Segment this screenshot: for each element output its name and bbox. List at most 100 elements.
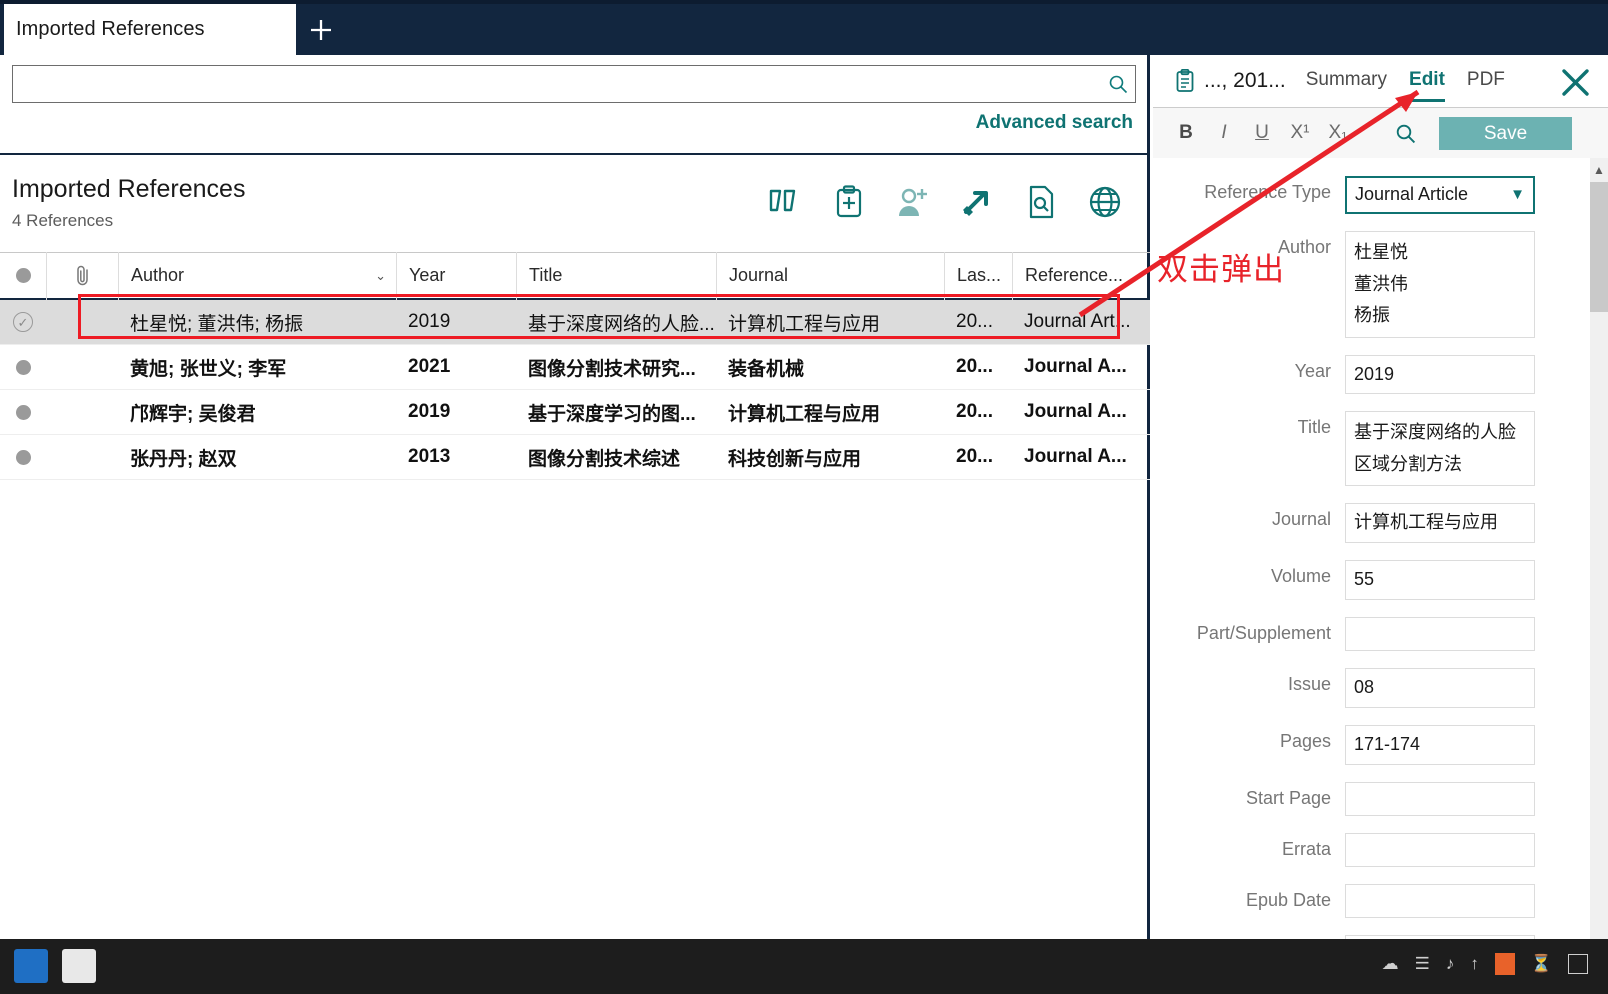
tab-pdf[interactable]: PDF bbox=[1467, 69, 1505, 93]
col-header-author[interactable]: Author ⌄ bbox=[118, 251, 396, 300]
field-label: Epub Date bbox=[1245, 889, 1331, 910]
library-header: Imported References 4 References bbox=[0, 155, 1150, 252]
new-tab-button[interactable] bbox=[296, 4, 346, 55]
tray-icon-4[interactable]: ↑ bbox=[1470, 954, 1479, 974]
reference-type-select[interactable]: Journal Article ▼ bbox=[1345, 176, 1535, 214]
col-header-journal-label: Journal bbox=[729, 265, 789, 285]
find-full-text-icon[interactable] bbox=[1018, 179, 1064, 225]
cell-author: 黄旭; 张世义; 李军 bbox=[130, 358, 287, 380]
save-button[interactable]: Save bbox=[1439, 117, 1572, 150]
pages-input[interactable]: 171-174 bbox=[1345, 725, 1535, 765]
cell-title: 图像分割技术研究... bbox=[528, 358, 696, 380]
scrollbar-thumb[interactable] bbox=[1590, 182, 1608, 312]
volume-input[interactable]: 55 bbox=[1345, 560, 1535, 601]
issue-input[interactable]: 08 bbox=[1345, 668, 1535, 709]
taskbar-app-icon[interactable] bbox=[62, 949, 96, 983]
col-header-last-updated[interactable]: Las... bbox=[944, 251, 1012, 300]
tray-icon-5[interactable] bbox=[1494, 953, 1515, 975]
col-header-journal[interactable]: Journal bbox=[716, 251, 944, 300]
tray-icon-2[interactable]: ☰ bbox=[1415, 954, 1430, 974]
table-row[interactable]: 张丹丹; 赵双 2013 图像分割技术综述 科技创新与应用 20... Jour… bbox=[0, 435, 1150, 480]
taskbar-start-icon[interactable] bbox=[14, 949, 48, 983]
cell-year: 2019 bbox=[408, 311, 451, 332]
table-row[interactable]: ✓ 杜星悦; 董洪伟; 杨振 2019 基于深度网络的人脸... 计算机工程与应… bbox=[0, 300, 1150, 345]
search-icon[interactable] bbox=[1395, 123, 1416, 144]
author-input[interactable]: 杜星悦 董洪伟 杨振 bbox=[1345, 231, 1535, 338]
italic-button[interactable]: I bbox=[1213, 122, 1235, 144]
scroll-up-icon[interactable]: ▲ bbox=[1590, 160, 1608, 180]
superscript-button[interactable]: X¹ bbox=[1289, 122, 1311, 144]
col-header-title[interactable]: Title bbox=[516, 251, 716, 300]
row-attachment bbox=[46, 435, 118, 480]
errata-input[interactable] bbox=[1345, 832, 1535, 867]
cell-reference-type: Journal A... bbox=[1024, 446, 1127, 467]
col-header-status[interactable] bbox=[0, 252, 46, 300]
table-row[interactable]: 邝辉宇; 吴俊君 2019 基于深度学习的图... 计算机工程与应用 20...… bbox=[0, 390, 1150, 435]
cell-journal: 装备机械 bbox=[728, 358, 805, 380]
advanced-search-link[interactable]: Advanced search bbox=[976, 112, 1133, 134]
format-toolbar: B I U X¹ X₁ Save bbox=[1153, 108, 1608, 158]
bold-button[interactable]: B bbox=[1175, 122, 1197, 144]
year-input[interactable]: 2019 bbox=[1345, 354, 1535, 395]
subscript-button[interactable]: X₁ bbox=[1327, 122, 1349, 144]
row-status[interactable] bbox=[0, 345, 46, 390]
tab-edit[interactable]: Edit bbox=[1409, 69, 1445, 102]
search-icon[interactable] bbox=[1101, 74, 1135, 94]
library-pane: Advanced search Imported References 4 Re… bbox=[0, 55, 1150, 939]
search-input[interactable] bbox=[13, 66, 1101, 102]
start-page-input[interactable] bbox=[1345, 781, 1535, 816]
field-label: Journal bbox=[1271, 509, 1331, 530]
row-attachment bbox=[46, 390, 118, 435]
epub-date-input[interactable] bbox=[1345, 883, 1535, 918]
field-pages: Pages 171-174 bbox=[1153, 725, 1590, 765]
window-tabstrip: Imported References bbox=[0, 0, 1608, 55]
cell-author: 张丹丹; 赵双 bbox=[130, 448, 237, 470]
tray-notifications-icon[interactable] bbox=[1568, 954, 1588, 974]
tab-label: Imported References bbox=[16, 18, 205, 40]
col-header-year-label: Year bbox=[409, 265, 446, 285]
underline-button[interactable]: U bbox=[1251, 122, 1273, 144]
cell-year: 2013 bbox=[408, 446, 451, 467]
page-title: Imported References bbox=[12, 175, 246, 203]
detail-scrollbar[interactable]: ▲ ▼ bbox=[1590, 158, 1608, 994]
row-status[interactable] bbox=[0, 390, 46, 435]
field-journal: Journal 计算机工程与应用 bbox=[1153, 503, 1590, 544]
tab-imported-references[interactable]: Imported References bbox=[4, 4, 296, 55]
table-row[interactable]: 黄旭; 张世义; 李军 2021 图像分割技术研究... 装备机械 20... … bbox=[0, 345, 1150, 390]
col-header-reference-type[interactable]: Reference... bbox=[1012, 251, 1150, 300]
tray-icon-3[interactable]: ♪ bbox=[1446, 954, 1455, 974]
field-volume: Volume 55 bbox=[1153, 560, 1590, 601]
tab-summary[interactable]: Summary bbox=[1306, 69, 1387, 93]
tray-clock[interactable]: ⏳ bbox=[1531, 954, 1552, 974]
col-header-attachment[interactable] bbox=[46, 251, 118, 300]
cite-quote-icon[interactable] bbox=[762, 179, 808, 225]
copy-to-clipboard-icon[interactable] bbox=[826, 179, 872, 225]
tray-icon-1[interactable]: ☁ bbox=[1382, 954, 1399, 974]
reference-detail-pane: ..., 201... Summary Edit PDF B I U X¹ X₁ bbox=[1153, 55, 1608, 994]
system-tray: ☁ ☰ ♪ ↑ ⏳ bbox=[1382, 953, 1588, 975]
close-icon[interactable] bbox=[1561, 68, 1590, 102]
search-bar[interactable] bbox=[12, 65, 1136, 103]
field-reference-type: Reference Type Journal Article ▼ bbox=[1153, 176, 1590, 214]
col-header-year[interactable]: Year bbox=[396, 251, 516, 300]
field-year: Year 2019 bbox=[1153, 354, 1590, 395]
row-status[interactable] bbox=[0, 435, 46, 480]
export-arrow-icon[interactable] bbox=[954, 179, 1000, 225]
clipboard-icon bbox=[1175, 69, 1195, 93]
cell-reference-type: Journal A... bbox=[1024, 401, 1127, 422]
unread-dot-icon bbox=[15, 449, 31, 465]
add-person-icon[interactable] bbox=[890, 179, 936, 225]
field-title: Title 基于深度网络的人脸区域分割方法 bbox=[1153, 411, 1590, 487]
part-supplement-input[interactable] bbox=[1345, 617, 1535, 652]
title-input[interactable]: 基于深度网络的人脸区域分割方法 bbox=[1345, 411, 1535, 487]
field-issue: Issue 08 bbox=[1153, 668, 1590, 709]
field-label: Title bbox=[1297, 417, 1331, 438]
row-attachment bbox=[46, 300, 118, 345]
online-search-globe-icon[interactable] bbox=[1082, 179, 1128, 225]
field-label: Start Page bbox=[1245, 787, 1331, 808]
field-start-page: Start Page bbox=[1153, 781, 1590, 816]
reference-count: 4 References bbox=[12, 211, 114, 230]
row-status[interactable]: ✓ bbox=[0, 300, 46, 345]
field-label: Issue bbox=[1287, 674, 1331, 695]
journal-input[interactable]: 计算机工程与应用 bbox=[1345, 503, 1535, 544]
